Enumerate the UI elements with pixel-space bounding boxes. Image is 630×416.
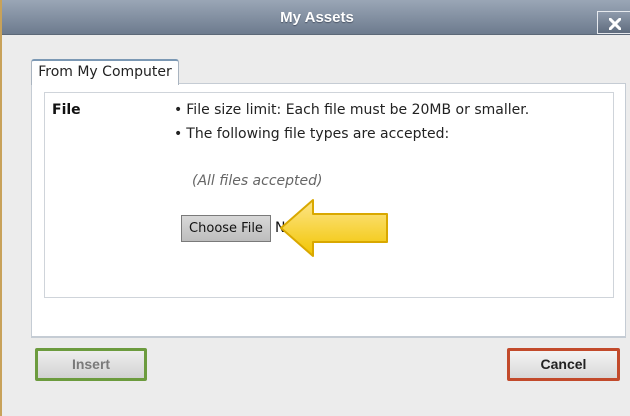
file-types-bullet: • The following file types are accepted: [174,126,449,142]
size-limit-bullet: • File size limit: Each file must be 20MB… [174,102,529,118]
tab-from-my-computer[interactable]: From My Computer [31,59,179,85]
dialog-title: My Assets [280,9,354,26]
highlight-arrow-icon [280,199,388,257]
file-label: File [52,102,81,118]
close-icon [609,18,621,30]
file-upload-box [44,92,614,298]
bullet-icon: • [174,102,183,118]
file-types-text: The following file types are accepted: [186,126,450,142]
title-bar: My Assets [2,0,630,35]
divider [31,337,626,338]
accepted-types-note: (All files accepted) [192,173,323,189]
choose-file-button[interactable]: Choose File [181,215,271,242]
insert-button[interactable]: Insert [35,348,147,381]
close-button[interactable] [597,11,630,34]
size-limit-text: File size limit: Each file must be 20MB … [186,102,530,118]
cancel-button[interactable]: Cancel [507,348,620,381]
my-assets-dialog: My Assets From My Computer File • File si… [0,0,630,416]
bullet-icon: • [174,126,183,142]
